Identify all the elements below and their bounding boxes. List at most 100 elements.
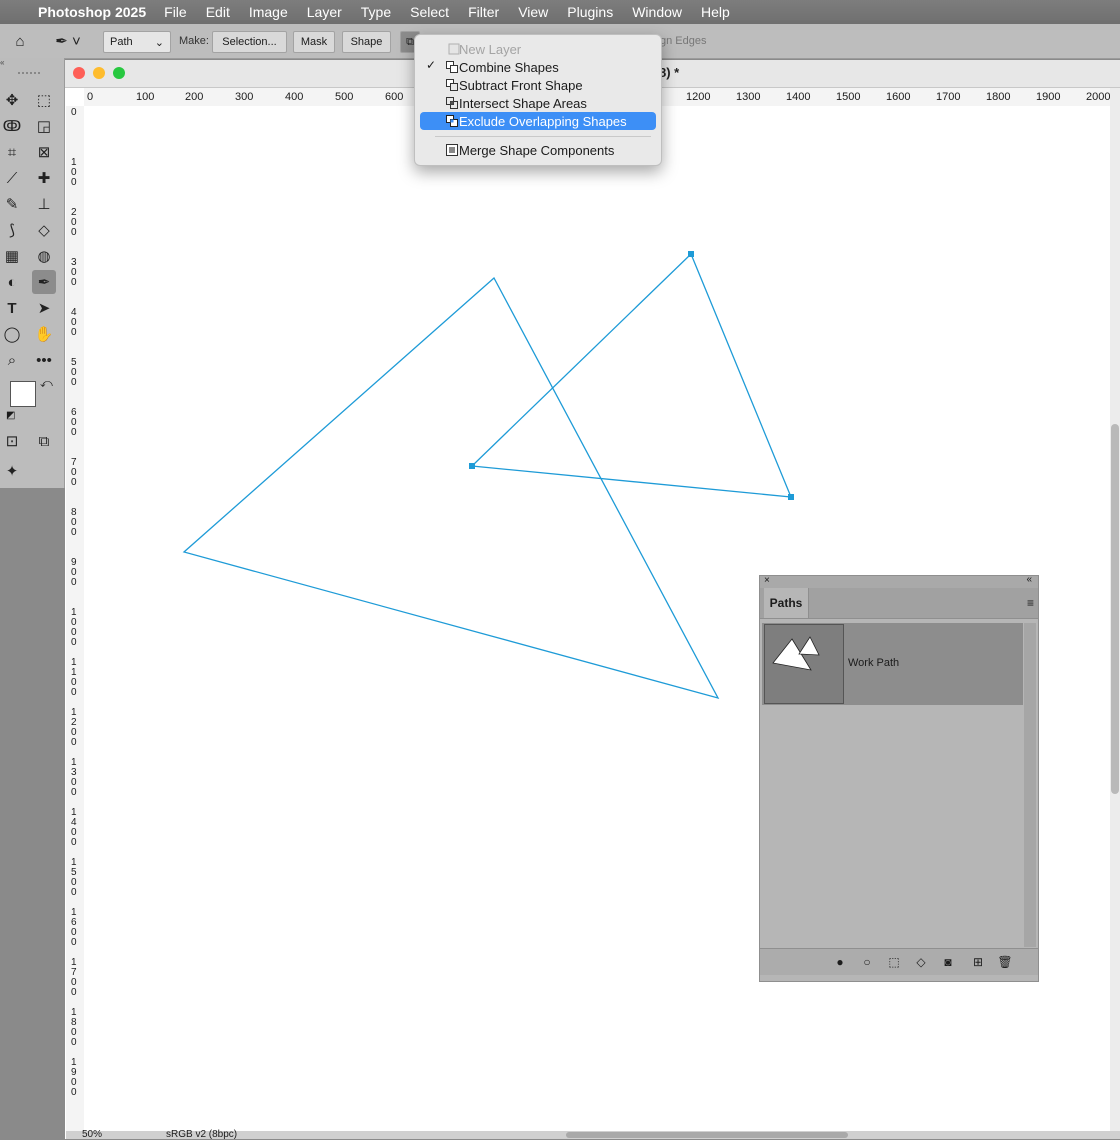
menu-item-combine-shapes[interactable]: ✓ Combine Shapes [420,58,656,76]
path-triangle-small[interactable] [470,252,793,498]
ruler-label: 6 0 0 [71,407,77,438]
clone-stamp-icon[interactable]: ⊥ [32,192,56,216]
swap-colors-icon[interactable]: ⤺ [40,376,53,391]
make-work-path-icon[interactable]: ◇ [914,955,928,969]
zoom-level[interactable]: 50% [82,1129,102,1140]
crop-tool-icon[interactable]: ⌗ [0,140,24,164]
foreground-color-swatch[interactable] [10,381,36,407]
frame-tool-icon[interactable]: ⊠ [32,140,56,164]
menu-item-merge-shape-components[interactable]: Merge Shape Components [420,141,656,159]
path-mode-select[interactable]: Path ⌄ [103,31,171,53]
blur-tool-icon[interactable]: ◍ [32,244,56,268]
menu-item-intersect-shape-areas[interactable]: Intersect Shape Areas [420,94,656,112]
menu-edit[interactable]: Edit [206,4,230,20]
eraser-tool-icon[interactable]: ◇ [32,218,56,242]
align-edges-label[interactable]: gn Edges [660,35,706,47]
ruler-label: 2000 [1086,91,1110,103]
path-triangle-large[interactable] [182,276,720,700]
menu-layer[interactable]: Layer [307,4,342,20]
collapse-icon[interactable]: « [0,58,64,67]
close-window-icon[interactable] [73,67,85,79]
marquee-tool-icon[interactable]: ⬚ [32,88,56,112]
screen-mode-icon[interactable]: ⧉ [32,429,56,453]
ruler-label: 1 6 0 0 [71,907,77,948]
eyedropper-tool-icon[interactable]: ⟋ [0,166,24,190]
object-select-tool-icon[interactable]: ◲ [32,114,56,138]
default-colors-icon[interactable]: ◩ [6,410,15,421]
chevron-down-icon: ⌄ [154,36,164,49]
home-icon[interactable]: ⌂ [8,29,32,53]
menu-select[interactable]: Select [410,4,449,20]
ruler-label: 200 [185,91,204,103]
document-profile[interactable]: sRGB v2 (8bpc) [166,1129,237,1140]
zoom-tool-icon[interactable]: ⌕ [0,348,24,372]
grip-icon[interactable] [18,72,40,78]
document-title: 8) * [659,65,680,80]
gradient-tool-icon[interactable]: ▦ [0,244,24,268]
menu-window[interactable]: Window [632,4,682,20]
dodge-tool-icon[interactable]: ◐ [0,270,24,294]
path-name[interactable]: Work Path [848,657,899,669]
anchor-point[interactable] [469,463,475,469]
tab-paths[interactable]: Paths [764,588,809,618]
path-row-work-path[interactable]: Work Path [762,623,1023,705]
anchor-point[interactable] [788,494,794,500]
delete-path-icon[interactable]: 🗑 [997,955,1012,969]
menu-item-exclude-overlapping-shapes[interactable]: Exclude Overlapping Shapes [420,112,656,130]
merge-shape-components-icon [446,144,458,156]
checkmark-icon: ✓ [426,58,437,72]
minimize-window-icon[interactable] [93,67,105,79]
vertical-scrollbar[interactable] [1110,88,1120,1131]
stroke-path-icon[interactable]: ○ [860,955,874,969]
menu-help[interactable]: Help [701,4,730,20]
hand-tool-icon[interactable]: ✋ [32,322,56,346]
ruler-label: 9 0 0 [71,557,77,588]
menu-view[interactable]: View [518,4,548,20]
zoom-window-icon[interactable] [113,67,125,79]
shape-button[interactable]: Shape [342,31,391,53]
scrollbar-thumb[interactable] [1111,424,1119,794]
ellipse-tool-icon[interactable]: ◯ [0,322,24,346]
menu-item-subtract-front-shape[interactable]: Subtract Front Shape [420,76,656,94]
pen-tool-preset-icon[interactable]: ✒ ˅ [48,29,88,53]
collapse-panel-icon[interactable]: « [1026,574,1032,585]
ruler-label: 1 0 0 0 [71,607,77,648]
new-path-icon[interactable]: ⊞ [971,955,985,969]
panel-menu-icon[interactable]: ≡ [1027,596,1034,610]
more-tools-icon[interactable]: ••• [32,348,56,372]
ruler-label: 1600 [886,91,911,103]
add-mask-icon[interactable]: ◙ [941,955,955,969]
mask-button[interactable]: Mask [293,31,335,53]
fill-path-icon[interactable]: ● [833,955,847,969]
generative-fill-icon[interactable]: ✦ [0,459,24,483]
type-tool-icon[interactable]: T [0,296,24,320]
menu-file[interactable]: File [164,4,187,20]
menu-item-label: Combine Shapes [459,59,559,75]
intersect-shape-areas-icon [446,97,458,109]
quick-mask-icon[interactable]: ⊡ [0,429,24,453]
menu-image[interactable]: Image [249,4,288,20]
panel-header-bar[interactable]: × « [760,574,1038,588]
menu-filter[interactable]: Filter [468,4,499,20]
exclude-overlapping-shapes-icon [446,115,458,127]
panel-scrollbar[interactable] [1024,623,1036,947]
healing-brush-icon[interactable]: ✚ [32,166,56,190]
lasso-tool-icon[interactable]: ↂ [0,114,24,138]
selection-button[interactable]: Selection... [212,31,287,53]
subtract-front-shape-icon [446,79,458,91]
close-panel-icon[interactable]: × [764,575,770,586]
app-menu[interactable]: Photoshop 2025 [38,4,146,20]
menu-item-new-layer[interactable]: New Layer [420,40,656,58]
ruler-label: 1 2 0 0 [71,707,77,748]
menu-plugins[interactable]: Plugins [567,4,613,20]
brush-tool-icon[interactable]: ✎ [0,192,24,216]
path-selection-icon[interactable]: ➤ [32,296,56,320]
menu-type[interactable]: Type [361,4,391,20]
move-tool-icon[interactable]: ✥ [0,88,24,112]
pen-tool-icon[interactable]: ✒ [32,270,56,294]
horizontal-scrollbar-thumb[interactable] [566,1132,848,1138]
anchor-point[interactable] [688,251,694,257]
history-brush-icon[interactable]: ⟆ [0,218,24,242]
ruler-label: 1 4 0 0 [71,807,77,848]
load-selection-icon[interactable]: ⬚ [887,955,901,969]
